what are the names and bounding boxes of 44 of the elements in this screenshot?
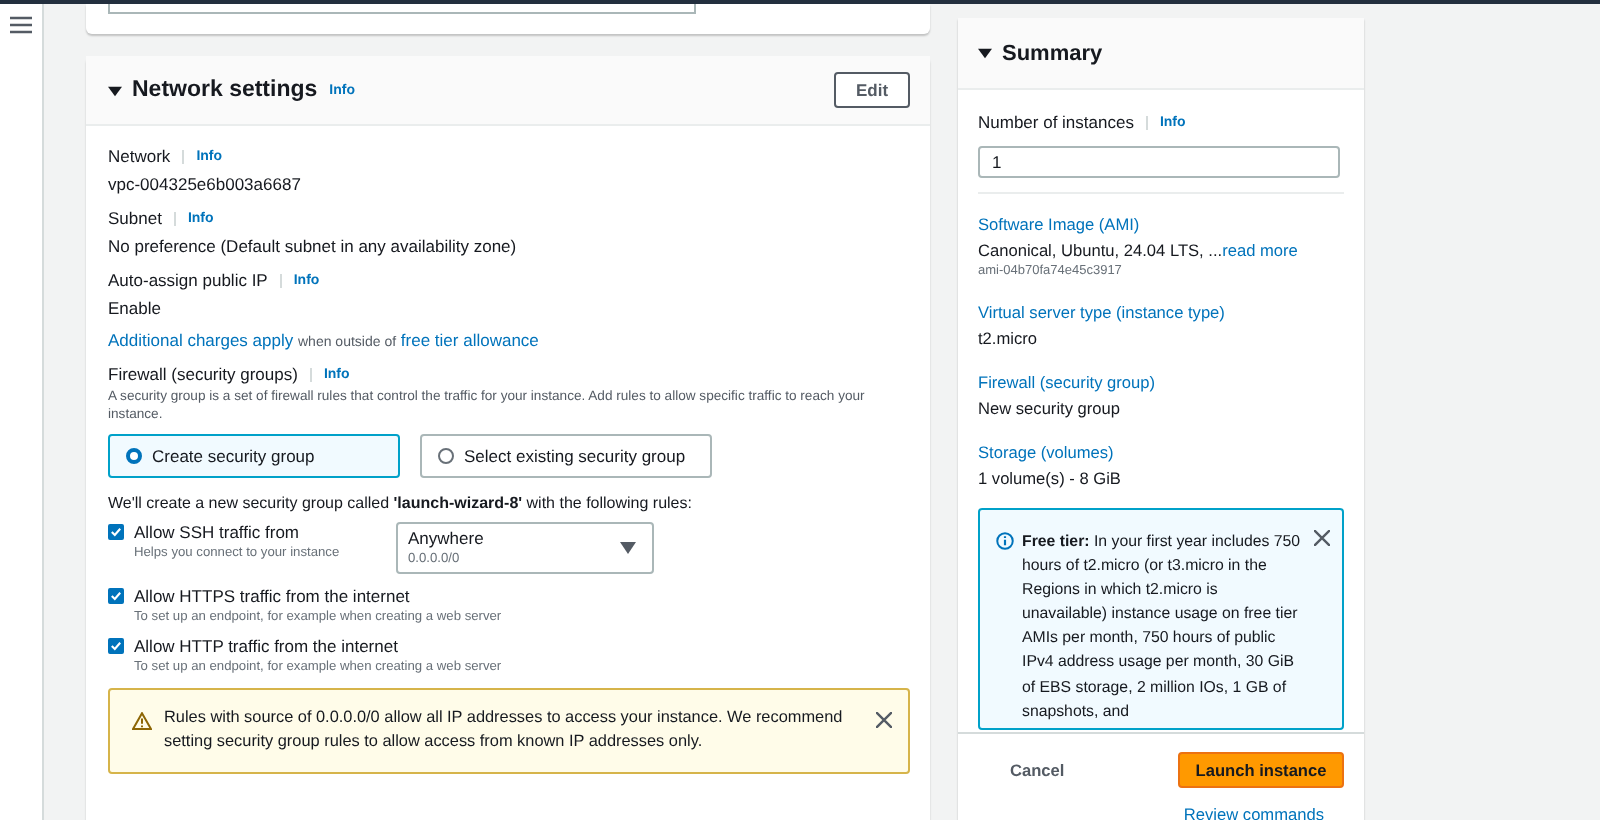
summary-value: t2.micro: [978, 328, 1040, 348]
edit-button[interactable]: Edit: [834, 72, 910, 108]
field-label: Auto-assign public IP: [108, 270, 268, 290]
field-label: Firewall (security groups): [108, 364, 298, 384]
summary-value: 1 volume(s) - 8 GiB: [978, 468, 1123, 488]
info-icon: [996, 532, 1014, 550]
checkbox[interactable]: [108, 587, 124, 604]
close-icon[interactable]: [1314, 530, 1330, 546]
field-label: Number of instances: [978, 112, 1134, 132]
field-value: vpc-004325e6b003a6687: [108, 174, 303, 194]
warning-text: Rules with source of 0.0.0.0/0 allow all IP addresses to access your instance. We recommend setting security group rules to allow access from known IP addresses only.: [164, 705, 844, 755]
launch-button[interactable]: Launch instance: [1178, 752, 1344, 788]
free-tier-link[interactable]: free tier allowance: [400, 330, 539, 350]
rules-intro: We'll create a new security group called 'launch-wizard-8' with the following rules:: [108, 493, 694, 512]
panel-title: Summary: [1002, 41, 1103, 65]
summary-link[interactable]: Firewall (security group): [978, 372, 1344, 392]
radio-option[interactable]: Create security group: [108, 433, 400, 478]
rule-label: Allow SSH traffic from: [134, 521, 302, 542]
close-icon[interactable]: [876, 711, 892, 728]
summary-link[interactable]: Storage (volumes): [978, 442, 1344, 462]
charges-link[interactable]: Additional charges apply: [108, 330, 294, 350]
checkbox[interactable]: [108, 523, 124, 540]
rule-label: Allow HTTPS traffic from the internet: [134, 585, 412, 606]
review-link[interactable]: Review commands: [1183, 804, 1324, 820]
rule-label: Allow HTTP traffic from the internet: [134, 635, 400, 656]
caret-down-icon[interactable]: [108, 83, 122, 97]
checkbox[interactable]: [108, 637, 124, 654]
instances-input[interactable]: 1: [978, 146, 1340, 178]
section-title: Network settings: [132, 78, 318, 102]
read-more-link[interactable]: read more: [1222, 240, 1298, 260]
field-value: Enable: [108, 298, 163, 318]
summary-value: Canonical, Ubuntu, 24.04 LTS, ...read more: [978, 240, 1300, 260]
summary-link[interactable]: Virtual server type (instance type): [978, 302, 1344, 322]
menu-icon[interactable]: [10, 16, 32, 34]
field-label: Network: [108, 146, 171, 166]
summary-link[interactable]: Software Image (AMI): [978, 214, 1344, 234]
radio-option[interactable]: Select existing security group: [420, 433, 712, 478]
field-value: No preference (Default subnet in any availability zone): [108, 236, 519, 256]
warning-icon: [132, 711, 152, 730]
field-label: Subnet: [108, 208, 162, 228]
cancel-button[interactable]: Cancel: [1006, 756, 1069, 784]
caret-down-icon: [620, 541, 636, 554]
caret-down-icon[interactable]: [978, 46, 992, 60]
summary-value: New security group: [978, 398, 1123, 418]
